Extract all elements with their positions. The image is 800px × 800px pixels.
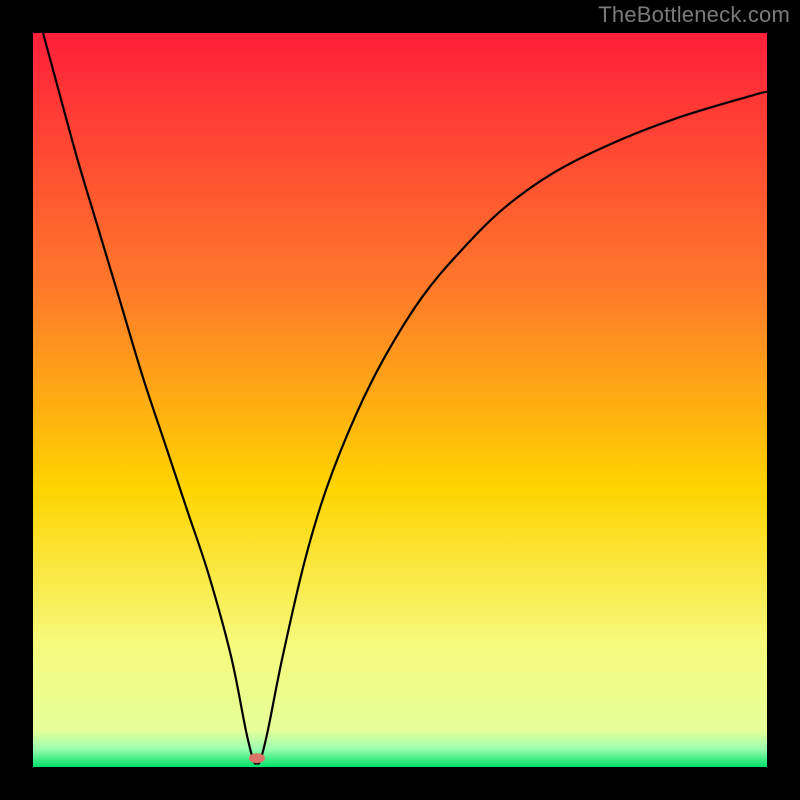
plot-area [33,33,767,767]
watermark-text: TheBottleneck.com [598,2,790,28]
optimal-point-marker [249,753,265,763]
gradient-background [33,33,767,767]
bottleneck-chart [33,33,767,767]
chart-frame: TheBottleneck.com [0,0,800,800]
